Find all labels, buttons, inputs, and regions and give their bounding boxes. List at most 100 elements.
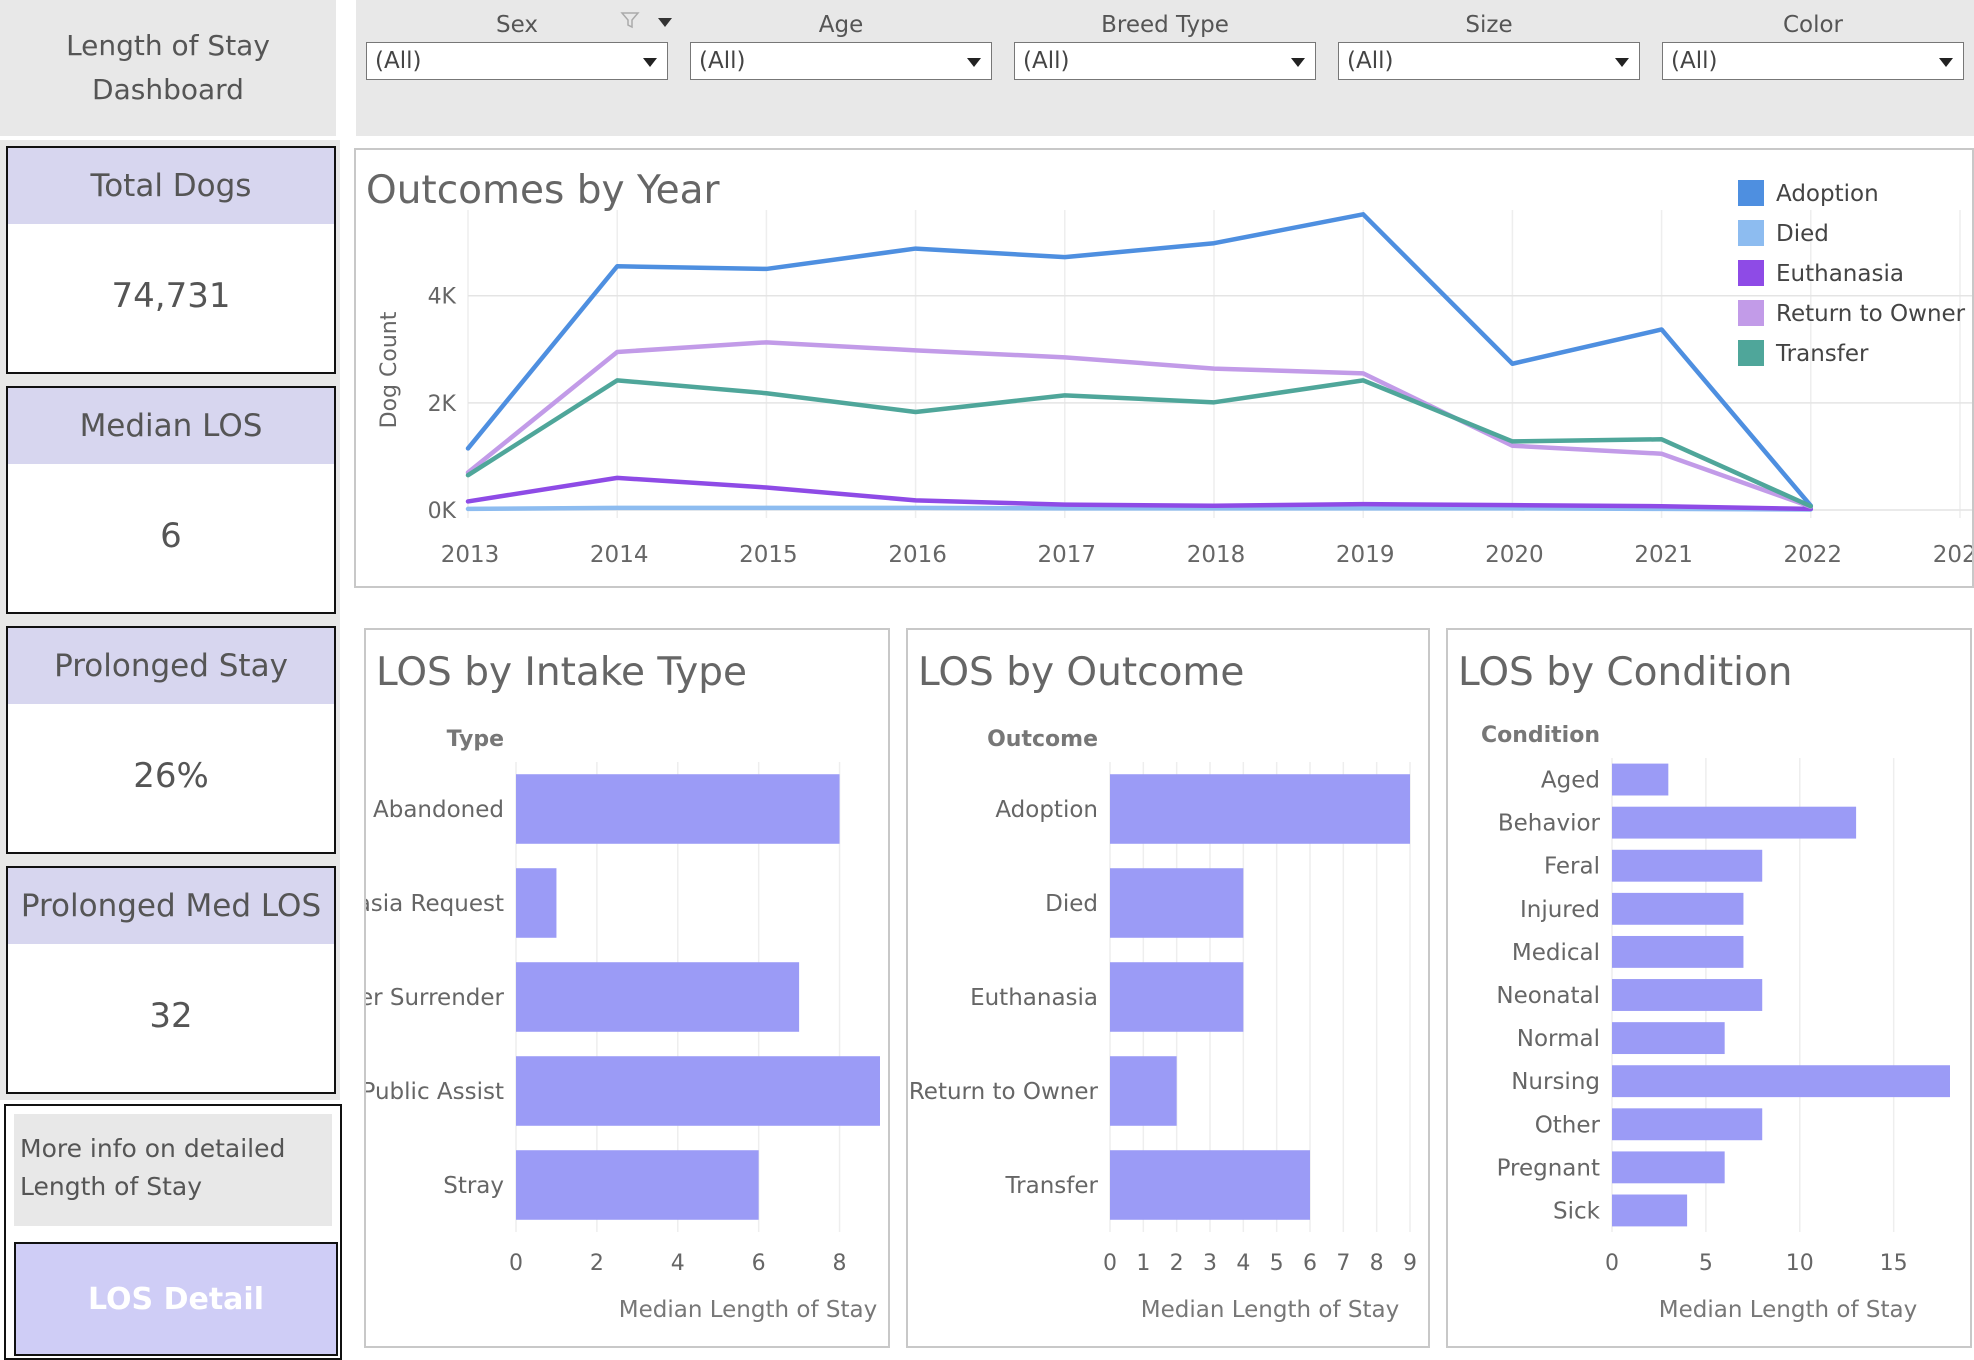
x-tick-label: 2021 [1634, 542, 1693, 568]
bar-transfer [1110, 1150, 1310, 1220]
category-label: Euthanasia Request [366, 891, 504, 917]
bar-behavior [1612, 806, 1857, 839]
category-label: Sick [1553, 1198, 1601, 1224]
sex-select[interactable]: (All) [366, 42, 668, 80]
bar-abandoned [516, 774, 840, 844]
x-axis-label: Median Length of Stay [1141, 1297, 1399, 1323]
series-line-transfer [465, 378, 1814, 509]
x-tick-label: 3 [1203, 1251, 1217, 1276]
dashboard-title-line1: Length of Stay [66, 29, 270, 62]
bar-stray [516, 1150, 759, 1220]
los-by-intake-panel: LOS by Intake Type 02468TypeAbandonedEut… [364, 628, 890, 1348]
select-value: (All) [375, 48, 422, 74]
kpi-value: 6 [160, 516, 182, 556]
y-tick-label: 4K [428, 285, 457, 310]
category-header: Outcome [987, 727, 1098, 752]
category-label: Feral [1544, 854, 1600, 880]
kpi-label: Prolonged Stay [8, 628, 334, 704]
x-axis-label: Median Length of Stay [619, 1297, 877, 1323]
filter-funnel-icon[interactable] [620, 10, 640, 30]
x-tick-label: 2017 [1038, 542, 1097, 568]
x-tick-label: 5 [1699, 1251, 1713, 1276]
x-tick-label: 2022 [1784, 542, 1843, 568]
y-axis-label: Dog Count [377, 311, 402, 428]
x-axis-label: Median Length of Stay [1659, 1297, 1917, 1323]
x-tick-label: 15 [1880, 1251, 1908, 1276]
x-tick-label: 5 [1270, 1251, 1284, 1276]
legend-label: Died [1776, 221, 1829, 247]
filter-breed-type: Breed Type (All) [1014, 8, 1316, 80]
x-tick-label: 8 [1370, 1251, 1384, 1276]
dropdown-arrow-icon[interactable] [1615, 58, 1629, 67]
category-header: Type [447, 727, 504, 752]
category-label: Return to Owner [909, 1079, 1099, 1105]
outcomes-by-year-panel: Outcomes by Year 2013 2014 2015 2016 2017 201… [354, 148, 1974, 588]
los-by-condition-bar-chart: 0 5 10 15 Condition Aged Behavior Feral Injured M… [1481, 723, 1950, 1323]
kpi-card-prolonged-med-los: Prolonged Med LOS 32 [6, 866, 336, 1094]
dashboard-title: Length of Stay Dashboard [66, 24, 270, 112]
x-tick-label: 2019 [1336, 542, 1395, 568]
los-by-condition-panel: LOS by Condition 0 5 10 15 Condition Aged Beha… [1446, 628, 1972, 1348]
category-label: Stray [443, 1173, 504, 1199]
bar-euthanasia [1110, 962, 1244, 1032]
los-detail-button[interactable]: LOS Detail [14, 1242, 338, 1356]
series-line-adoption [465, 212, 1814, 508]
legend-swatch [1738, 340, 1764, 366]
category-label: Transfer [1005, 1173, 1099, 1199]
x-tick-label: 6 [752, 1251, 766, 1276]
x-tick-label: 2023 [1933, 542, 1972, 568]
category-label: Adoption [995, 797, 1098, 823]
filter-menu-chevron-icon[interactable] [658, 18, 672, 27]
bar-adoption [1110, 774, 1410, 844]
bar-aged [1612, 763, 1669, 796]
dropdown-arrow-icon[interactable] [967, 58, 981, 67]
legend-swatch [1738, 220, 1764, 246]
kpi-label: Median LOS [8, 388, 334, 464]
legend-label: Adoption [1776, 181, 1879, 207]
x-tick-label: 2013 [441, 542, 500, 568]
category-label: Public Assist [366, 1079, 504, 1105]
category-label: Euthanasia [970, 985, 1098, 1011]
legend-label: Transfer [1775, 341, 1869, 367]
category-label: Neonatal [1496, 983, 1600, 1009]
kpi-card-total-dogs: Total Dogs 74,731 [6, 146, 336, 374]
category-label: Aged [1541, 768, 1600, 794]
filter-label: Breed Type [1101, 12, 1229, 38]
more-info-line1: More info on detailed [20, 1134, 286, 1163]
bar-sick [1612, 1194, 1688, 1227]
kpi-label: Prolonged Med LOS [8, 868, 334, 944]
y-tick-label: 2K [428, 392, 457, 417]
size-select[interactable]: (All) [1338, 42, 1640, 80]
x-tick-label: 2014 [590, 542, 649, 568]
x-tick-label: 8 [833, 1251, 847, 1276]
kpi-card-median-los: Median LOS 6 [6, 386, 336, 614]
x-tick-label: 9 [1403, 1251, 1417, 1276]
dropdown-arrow-icon[interactable] [643, 58, 657, 67]
bar-died [1110, 868, 1244, 938]
category-label: Injured [1520, 897, 1600, 923]
x-tick-label: 2 [1170, 1251, 1184, 1276]
filter-label: Age [818, 12, 864, 38]
color-select[interactable]: (All) [1662, 42, 1964, 80]
breed-type-select[interactable]: (All) [1014, 42, 1316, 80]
filter-size: Size (All) [1338, 8, 1640, 80]
bar-nursing [1612, 1065, 1950, 1098]
kpi-value: 26% [133, 756, 209, 796]
x-tick-label: 2018 [1187, 542, 1246, 568]
bar-neonatal [1612, 979, 1763, 1011]
dropdown-arrow-icon[interactable] [1291, 58, 1305, 67]
bar-euthanasia-request [516, 868, 557, 938]
category-label: Behavior [1498, 811, 1601, 837]
x-tick-label: 2020 [1485, 542, 1544, 568]
dropdown-arrow-icon[interactable] [1939, 58, 1953, 67]
age-select[interactable]: (All) [690, 42, 992, 80]
bar-feral [1612, 849, 1763, 882]
select-value: (All) [699, 48, 746, 74]
x-tick-label: 6 [1303, 1251, 1317, 1276]
legend-swatch [1738, 180, 1764, 206]
more-info-line2: Length of Stay [20, 1172, 203, 1201]
x-tick-label: 2015 [739, 542, 798, 568]
filter-sex: Sex (All) [366, 8, 672, 80]
x-tick-label: 10 [1786, 1251, 1814, 1276]
bar-pregnant [1612, 1151, 1725, 1184]
